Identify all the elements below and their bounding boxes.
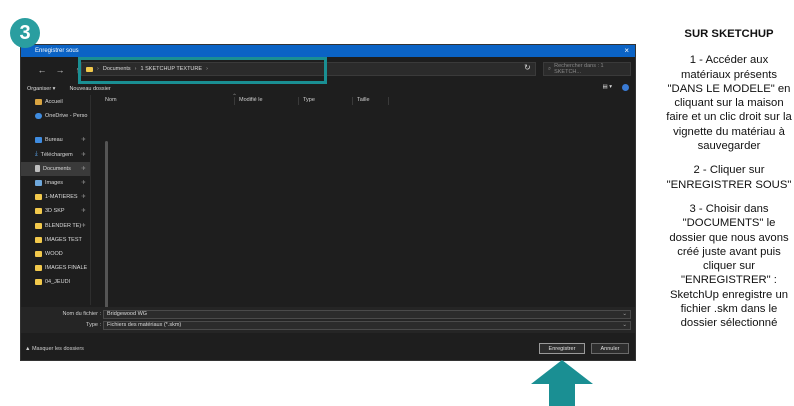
sidebar-item[interactable]: 1-MATIERES ✈ bbox=[21, 190, 90, 204]
dialog-title: Enregistrer sous bbox=[35, 48, 79, 54]
pointer-arrow-icon bbox=[531, 360, 593, 406]
sidebar-item[interactable]: WOOD bbox=[21, 247, 90, 261]
view-options-icon[interactable]: ▤ ▾ bbox=[603, 84, 613, 91]
sidebar-item-label: OneDrive - Perso bbox=[45, 113, 88, 120]
sidebar-item-label: IMAGES FINALE bbox=[45, 265, 88, 272]
column-name[interactable]: Nom bbox=[101, 97, 235, 105]
folder-icon bbox=[35, 208, 42, 215]
column-headers: ⌃ Nom Modifié le Type Taille bbox=[97, 94, 637, 106]
pin-icon: ✈ bbox=[81, 165, 86, 172]
help-icon[interactable] bbox=[622, 84, 629, 91]
folder-icon bbox=[35, 250, 42, 257]
filename-label: Nom du fichier : bbox=[62, 311, 101, 317]
sidebar-item-label: 1-MATIERES bbox=[45, 194, 78, 201]
sidebar-item[interactable]: 04_JEUDI bbox=[21, 275, 90, 289]
home-icon bbox=[35, 99, 42, 106]
file-details-panel: Nom du fichier : Bridgewood WG ⌄ Type : … bbox=[21, 307, 635, 333]
folder-icon bbox=[35, 279, 42, 286]
pin-icon: ✈ bbox=[81, 208, 86, 215]
hide-folders-toggle[interactable]: ▲ Masquer les dossiers bbox=[25, 346, 84, 352]
sidebar-item[interactable]: 3D SKP ✈ bbox=[21, 204, 90, 218]
image-icon bbox=[35, 180, 42, 187]
instruction-step-3: 3 - Choisir dans "DOCUMENTS" le dossier … bbox=[669, 202, 789, 330]
forward-arrow-icon[interactable]: → bbox=[53, 65, 67, 75]
search-placeholder: Rechercher dans : 1 SKETCH... bbox=[554, 63, 604, 75]
cancel-button[interactable]: Annuler bbox=[591, 343, 629, 354]
save-button[interactable]: Enregistrer bbox=[539, 343, 585, 354]
search-icon: ⌕ bbox=[548, 65, 552, 72]
dialog-footer: ▲ Masquer les dossiers Enregistrer Annul… bbox=[21, 341, 635, 357]
filename-input[interactable]: Bridgewood WG ⌄ bbox=[103, 310, 631, 319]
pin-icon: ✈ bbox=[81, 137, 86, 144]
new-folder-button[interactable]: Nouveau dossier bbox=[69, 86, 110, 92]
sidebar-item[interactable]: ⤓ Téléchargem ✈ bbox=[21, 148, 90, 162]
column-type[interactable]: Type bbox=[299, 97, 353, 105]
folder-icon bbox=[35, 194, 42, 201]
download-icon: ⤓ bbox=[35, 151, 38, 158]
sidebar-item-label: IMAGES TEST bbox=[45, 236, 82, 243]
command-toolbar: Organiser ▾ Nouveau dossier ▤ ▾ bbox=[21, 83, 635, 94]
sidebar-item-label: Accueil bbox=[45, 99, 63, 106]
instruction-step-1: 1 - Accéder aux matériaux présents "DANS… bbox=[666, 54, 792, 153]
sidebar-item[interactable]: Accueil bbox=[21, 95, 90, 109]
instructions-panel: SUR SKETCHUP 1 - Accéder aux matériaux p… bbox=[666, 27, 792, 341]
step-number-badge: 3 bbox=[10, 18, 40, 48]
address-bar-highlight bbox=[78, 57, 327, 84]
column-size[interactable]: Taille bbox=[353, 97, 389, 105]
pin-icon: ✈ bbox=[81, 151, 86, 158]
pin-icon: ✈ bbox=[81, 180, 86, 187]
instruction-step-2: 2 - Cliquer sur "ENREGISTRER SOUS" bbox=[666, 164, 792, 191]
sidebar-item[interactable]: IMAGES TEST bbox=[21, 233, 90, 247]
cloud-icon bbox=[35, 113, 42, 120]
column-modified[interactable]: Modifié le bbox=[235, 97, 299, 105]
dialog-titlebar: Enregistrer sous × bbox=[21, 45, 635, 57]
sidebar-item-label: Bureau bbox=[45, 137, 63, 144]
filetype-value: Fichiers des matériaux (*.skm) bbox=[107, 322, 182, 328]
search-input[interactable]: ⌕ Rechercher dans : 1 SKETCH... bbox=[543, 62, 631, 76]
sidebar-scrollbar[interactable] bbox=[105, 141, 108, 311]
sidebar-item-label: Images bbox=[45, 180, 64, 187]
sidebar-item[interactable]: Bureau ✈ bbox=[21, 133, 90, 147]
sidebar-item-label: WOOD bbox=[45, 250, 63, 257]
folder-icon bbox=[35, 222, 42, 229]
sidebar-item[interactable]: Images ✈ bbox=[21, 176, 90, 190]
sidebar-item-label: Téléchargem bbox=[40, 151, 73, 158]
navigation-pane: Accueil OneDrive - Perso Bureau ✈ ⤓ Télécharg… bbox=[21, 95, 91, 305]
document-icon bbox=[35, 165, 40, 173]
sidebar-item-label: Documents bbox=[43, 165, 71, 172]
sidebar-item[interactable]: Documents ✈ bbox=[21, 161, 90, 176]
chevron-down-icon[interactable]: ⌄ bbox=[622, 311, 627, 318]
filetype-label: Type : bbox=[86, 322, 101, 328]
instructions-heading: SUR SKETCHUP bbox=[684, 28, 774, 40]
save-as-dialog: Enregistrer sous × ← → ↑ › Documents › 1… bbox=[20, 44, 636, 361]
refresh-icon[interactable]: ↻ bbox=[524, 63, 531, 72]
folder-icon bbox=[35, 265, 42, 272]
sidebar-item[interactable]: OneDrive - Perso bbox=[21, 109, 90, 123]
sidebar-item[interactable]: BLENDER TE) ✈ bbox=[21, 219, 90, 233]
pin-icon: ✈ bbox=[81, 222, 86, 229]
filename-value: Bridgewood WG bbox=[107, 311, 148, 317]
sidebar-item[interactable]: IMAGES FINALE bbox=[21, 261, 90, 275]
filetype-select[interactable]: Fichiers des matériaux (*.skm) ⌄ bbox=[103, 321, 631, 330]
desktop-icon bbox=[35, 137, 42, 144]
sidebar-item-label: 3D SKP bbox=[45, 208, 65, 215]
sidebar-item-label: 04_JEUDI bbox=[45, 279, 71, 286]
sidebar-item-label: BLENDER TE) bbox=[45, 222, 82, 229]
pin-icon: ✈ bbox=[81, 194, 86, 201]
organize-menu-button[interactable]: Organiser ▾ bbox=[27, 86, 55, 92]
close-icon[interactable]: × bbox=[624, 46, 629, 55]
back-arrow-icon[interactable]: ← bbox=[35, 65, 49, 75]
chevron-down-icon[interactable]: ⌄ bbox=[622, 322, 627, 329]
folder-icon bbox=[35, 236, 42, 243]
